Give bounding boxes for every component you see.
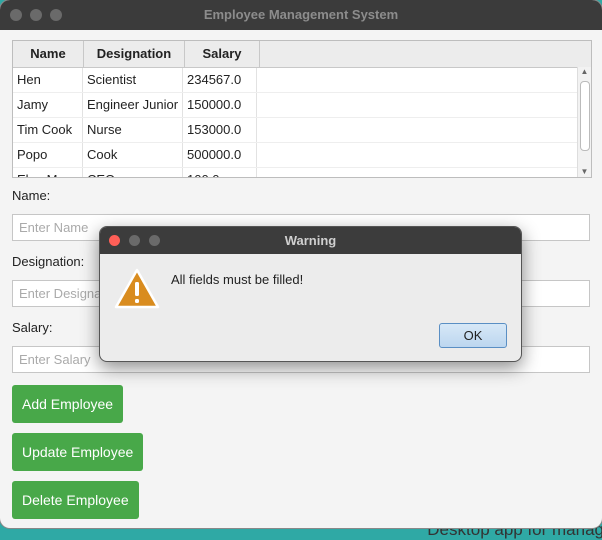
dialog-message: All fields must be filled! <box>171 272 304 287</box>
title-bar: Employee Management System <box>0 0 602 30</box>
cell-name: Popo <box>13 143 83 167</box>
cell-filler <box>257 118 591 142</box>
table-row[interactable]: Popo Cook 500000.0 <box>13 143 591 168</box>
cell-filler <box>257 143 591 167</box>
column-header-designation[interactable]: Designation <box>84 41 185 67</box>
scroll-up-icon[interactable]: ▲ <box>578 67 591 77</box>
cell-designation: Engineer Junior <box>83 93 183 117</box>
cell-salary: 150000.0 <box>183 93 257 117</box>
column-header-salary[interactable]: Salary <box>185 41 260 67</box>
cell-salary: 153000.0 <box>183 118 257 142</box>
table-row[interactable]: Hen Scientist 234567.0 <box>13 68 591 93</box>
table-row[interactable]: Jamy Engineer Junior 150000.0 <box>13 93 591 118</box>
cell-name: Tim Cook <box>13 118 83 142</box>
cell-designation: Nurse <box>83 118 183 142</box>
warning-icon <box>114 268 160 309</box>
dialog-title: Warning <box>284 233 337 248</box>
cell-name: Elon Mu <box>13 168 83 177</box>
table-row[interactable]: Elon Mu CEO 100.0 <box>13 168 591 177</box>
scrollbar-thumb[interactable] <box>580 81 590 151</box>
cell-salary: 500000.0 <box>183 143 257 167</box>
ok-button[interactable]: OK <box>439 323 507 348</box>
column-header-name[interactable]: Name <box>13 41 84 67</box>
table-header: Name Designation Salary <box>13 41 591 68</box>
cell-designation: Cook <box>83 143 183 167</box>
cell-name: Jamy <box>13 93 83 117</box>
window-title: Employee Management System <box>203 7 399 22</box>
dialog-title-bar: Warning <box>100 227 521 254</box>
salary-label: Salary: <box>12 320 53 335</box>
table-scrollbar[interactable]: ▲ ▼ <box>577 67 591 177</box>
cell-designation: Scientist <box>83 68 183 92</box>
add-employee-button[interactable]: Add Employee <box>12 385 124 423</box>
cell-filler <box>257 93 591 117</box>
cell-name: Hen <box>13 68 83 92</box>
cell-designation: CEO <box>83 168 183 177</box>
table-row[interactable]: Tim Cook Nurse 153000.0 <box>13 118 591 143</box>
cell-salary: 234567.0 <box>183 68 257 92</box>
designation-label: Designation: <box>12 254 85 269</box>
scroll-down-icon[interactable]: ▼ <box>578 167 591 177</box>
employee-table[interactable]: Name Designation Salary Hen Scientist 23… <box>12 40 592 178</box>
cell-filler <box>257 168 591 177</box>
update-employee-button[interactable]: Update Employee <box>12 433 144 471</box>
delete-employee-button[interactable]: Delete Employee <box>12 481 139 519</box>
cell-salary: 100.0 <box>183 168 257 177</box>
column-header-filler <box>260 41 591 67</box>
name-label: Name: <box>12 188 51 203</box>
warning-dialog: Warning All fields must be filled! OK <box>99 226 522 362</box>
cell-filler <box>257 68 591 92</box>
